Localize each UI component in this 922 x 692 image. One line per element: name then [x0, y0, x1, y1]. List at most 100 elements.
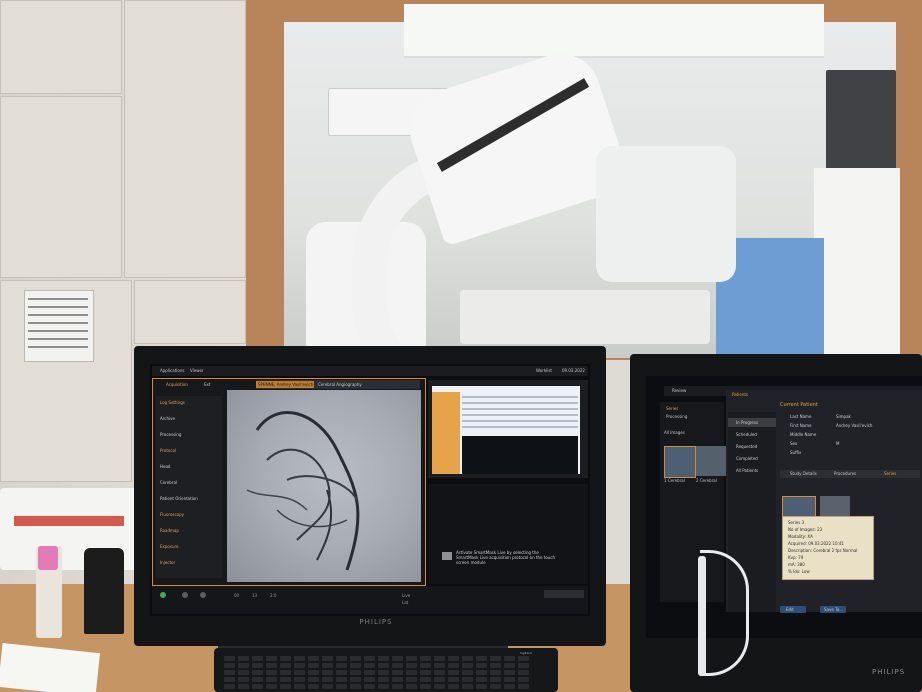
keyboard-key[interactable]	[378, 663, 389, 668]
patient-filter-item[interactable]: All Patients	[736, 468, 758, 473]
acquisition-menu-item[interactable]: Injector	[160, 560, 175, 565]
keyboard-key[interactable]	[490, 656, 501, 661]
keyboard-key[interactable]	[238, 663, 249, 668]
keyboard-key[interactable]	[518, 663, 529, 668]
acquisition-menu-item[interactable]: Exposure	[160, 544, 179, 549]
keyboard-key[interactable]	[434, 677, 445, 682]
keyboard-key[interactable]	[252, 670, 263, 675]
series-thumbnail[interactable]	[664, 446, 696, 478]
acquisition-menu-item[interactable]: Log Settings	[160, 400, 185, 405]
keyboard-key[interactable]	[322, 656, 333, 661]
top-bar-item[interactable]: Applications	[160, 368, 184, 373]
keyboard-key[interactable]	[420, 663, 431, 668]
keyboard-key[interactable]	[364, 670, 375, 675]
keyboard-key[interactable]	[266, 663, 277, 668]
power-icon[interactable]	[160, 592, 166, 598]
keyboard-key[interactable]	[406, 663, 417, 668]
keyboard-key[interactable]	[378, 656, 389, 661]
keyboard-key[interactable]	[336, 684, 347, 689]
play-icon[interactable]	[182, 592, 188, 598]
keyboard-key[interactable]	[406, 684, 417, 689]
keyboard-key[interactable]	[308, 684, 319, 689]
keyboard-key[interactable]	[308, 670, 319, 675]
keyboard-key[interactable]	[364, 684, 375, 689]
keyboard-key[interactable]	[266, 677, 277, 682]
keyboard-key[interactable]	[490, 663, 501, 668]
keyboard-key[interactable]	[336, 670, 347, 675]
ext-tab[interactable]: Ext	[204, 382, 210, 387]
keyboard-key[interactable]	[280, 684, 291, 689]
keyboard-key[interactable]	[476, 663, 487, 668]
keyboard-key[interactable]	[350, 656, 361, 661]
keyboard-key[interactable]	[266, 684, 277, 689]
keyboard-key[interactable]	[308, 663, 319, 668]
keyboard-key[interactable]	[322, 663, 333, 668]
tab-procedures[interactable]: Procedures	[834, 471, 856, 476]
tab-series[interactable]: Series	[884, 471, 896, 476]
keyboard-key[interactable]	[350, 663, 361, 668]
keyboard-key[interactable]	[252, 677, 263, 682]
keyboard-key[interactable]	[504, 656, 515, 661]
acquisition-tab[interactable]: Acquisition	[166, 382, 188, 387]
keyboard-key[interactable]	[462, 663, 473, 668]
patient-filter-item[interactable]: In Progress	[736, 420, 758, 425]
keyboard-key[interactable]	[252, 684, 263, 689]
keyboard-key[interactable]	[322, 677, 333, 682]
keyboard-key[interactable]	[364, 677, 375, 682]
keyboard-key[interactable]	[448, 670, 459, 675]
keyboard-key[interactable]	[266, 670, 277, 675]
keyboard-key[interactable]	[392, 656, 403, 661]
keyboard-key[interactable]	[448, 663, 459, 668]
tab-study-details[interactable]: Study Details	[790, 471, 817, 476]
acquisition-menu-item[interactable]: Fluoroscopy	[160, 512, 184, 517]
keyboard-key[interactable]	[406, 670, 417, 675]
keyboard-key[interactable]	[518, 656, 529, 661]
keyboard-key[interactable]	[378, 677, 389, 682]
keyboard-key[interactable]	[420, 684, 431, 689]
keyboard-key[interactable]	[462, 670, 473, 675]
keyboard-key[interactable]	[280, 677, 291, 682]
acquisition-menu-item[interactable]: Processing	[160, 432, 181, 437]
keyboard-key[interactable]	[350, 677, 361, 682]
acquisition-menu-item[interactable]: Roadmap	[160, 528, 179, 533]
keyboard-key[interactable]	[238, 677, 249, 682]
all-images-selector[interactable]: All Images	[664, 430, 685, 435]
window-control[interactable]	[544, 590, 584, 598]
keyboard-key[interactable]	[462, 684, 473, 689]
keyboard-key[interactable]	[420, 656, 431, 661]
top-bar-item[interactable]: Viewer	[190, 368, 204, 373]
keyboard-key[interactable]	[392, 684, 403, 689]
keyboard-key[interactable]	[490, 684, 501, 689]
keyboard-key[interactable]	[504, 663, 515, 668]
keyboard-key[interactable]	[224, 670, 235, 675]
keyboard-key[interactable]	[420, 670, 431, 675]
keyboard-key[interactable]	[224, 656, 235, 661]
keyboard-key[interactable]	[238, 684, 249, 689]
acquisition-menu-item[interactable]: Head	[160, 464, 170, 469]
keyboard-key[interactable]	[490, 670, 501, 675]
keyboard-key[interactable]	[462, 677, 473, 682]
study-tab-label[interactable]: Cerebral Angiography	[318, 382, 362, 387]
keyboard-key[interactable]	[378, 684, 389, 689]
keyboard-key[interactable]	[252, 663, 263, 668]
patient-filter-item[interactable]: Requested	[736, 444, 757, 449]
keyboard-key[interactable]	[322, 684, 333, 689]
keyboard-key[interactable]	[476, 684, 487, 689]
keyboard-key[interactable]	[504, 677, 515, 682]
keyboard-key[interactable]	[238, 670, 249, 675]
keyboard-key[interactable]	[434, 684, 445, 689]
acquisition-menu-item[interactable]: Archive	[160, 416, 175, 421]
keyboard-key[interactable]	[294, 663, 305, 668]
keyboard-key[interactable]	[336, 677, 347, 682]
processing-label[interactable]: Processing	[666, 414, 687, 419]
keyboard-key[interactable]	[364, 663, 375, 668]
acquisition-menu-item[interactable]: Protocol	[160, 448, 176, 453]
keyboard-key[interactable]	[294, 684, 305, 689]
keyboard-key[interactable]	[224, 684, 235, 689]
keyboard-key[interactable]	[378, 670, 389, 675]
keyboard-key[interactable]	[252, 656, 263, 661]
keyboard-key[interactable]	[504, 670, 515, 675]
keyboard-key[interactable]	[392, 677, 403, 682]
keyboard-key[interactable]	[294, 677, 305, 682]
keyboard-key[interactable]	[280, 670, 291, 675]
